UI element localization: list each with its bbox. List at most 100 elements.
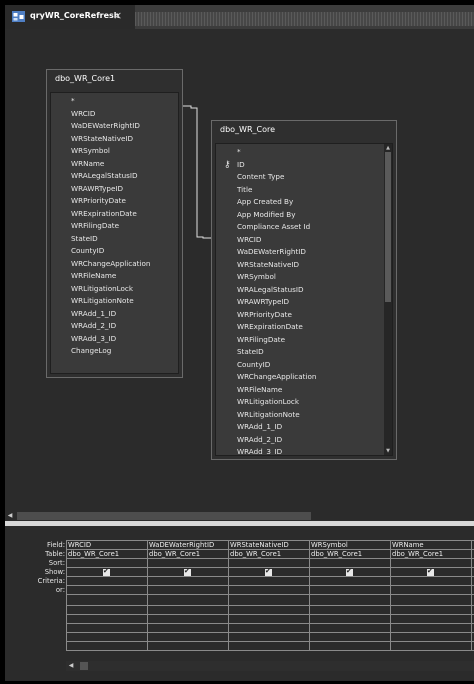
- show-checkbox[interactable]: ✔: [265, 567, 272, 576]
- field-cell[interactable]: WRStateNativeID: [230, 541, 307, 550]
- field-item[interactable]: WRCID: [51, 108, 178, 121]
- field-item[interactable]: WRLitigationNote: [51, 295, 178, 308]
- field-item[interactable]: WRStateNativeID: [51, 133, 178, 146]
- scroll-left-icon[interactable]: ◀: [5, 511, 15, 521]
- grid-line: [66, 641, 474, 642]
- field-item[interactable]: WRLitigationLock: [51, 283, 178, 296]
- field-item[interactable]: WRFilingDate: [51, 220, 178, 233]
- field-item[interactable]: WRALegalStatusID: [216, 284, 392, 297]
- field-item[interactable]: WRCID: [216, 234, 392, 247]
- field-item[interactable]: CountyID: [216, 359, 392, 372]
- field-label: WRAdd_3_ID: [237, 447, 283, 456]
- field-label: *: [71, 96, 75, 105]
- table-cell[interactable]: dbo_WR_Core1: [149, 550, 226, 559]
- field-item[interactable]: App Modified By: [216, 209, 392, 222]
- field-item[interactable]: WRLitigationNote: [216, 409, 392, 422]
- field-item[interactable]: WRAdd_1_ID: [51, 308, 178, 321]
- field-item[interactable]: WRPriorityDate: [51, 195, 178, 208]
- field-item[interactable]: App Created By: [216, 196, 392, 209]
- table-cell[interactable]: dbo_WR_Core1: [311, 550, 388, 559]
- field-item[interactable]: ID ⚷: [216, 159, 392, 172]
- show-checkbox[interactable]: ✔: [427, 567, 434, 576]
- field-item[interactable]: WRAWRTypeID: [216, 296, 392, 309]
- field-item[interactable]: ChangeLog: [51, 345, 178, 358]
- show-checkbox[interactable]: ✔: [346, 567, 353, 576]
- field-item[interactable]: WRExpirationDate: [216, 321, 392, 334]
- field-label: WRFileName: [237, 384, 283, 394]
- field-list[interactable]: * ID ⚷ Content Type Title App Created By App M…: [215, 143, 393, 456]
- field-cell[interactable]: WaDEWaterRightID: [149, 541, 226, 550]
- field-label: WRName: [71, 158, 105, 168]
- scroll-left-icon[interactable]: ◀: [66, 661, 76, 671]
- show-checkbox[interactable]: ✔: [184, 567, 191, 576]
- field-item[interactable]: WRExpirationDate: [51, 208, 178, 221]
- field-item[interactable]: WRPriorityDate: [216, 309, 392, 322]
- close-icon[interactable]: ×: [113, 9, 122, 23]
- field-item[interactable]: WaDEWaterRightID: [216, 246, 392, 259]
- field-item[interactable]: WRName: [51, 158, 178, 171]
- query-design-grid[interactable]: ◀ Field: Table: Sort: Show: Criteria: or: WRCI…: [5, 526, 474, 681]
- field-label: WRExpirationDate: [237, 322, 303, 331]
- field-list[interactable]: * WRCID WaDEWaterRightID WRStateNativeID WRS…: [50, 92, 179, 374]
- scrollbar-thumb[interactable]: [17, 512, 311, 520]
- field-cell[interactable]: WRName: [392, 541, 469, 550]
- scroll-up-icon[interactable]: ▲: [384, 144, 392, 152]
- field-label: WRFileName: [71, 271, 117, 280]
- field-label: WRCID: [237, 234, 262, 244]
- field-item[interactable]: WRAdd_2_ID: [216, 434, 392, 447]
- field-item[interactable]: WRStateNativeID: [216, 259, 392, 272]
- field-label: WRLitigationLock: [71, 283, 134, 293]
- table-header[interactable]: dbo_WR_Core1: [47, 70, 182, 90]
- document-tab[interactable]: qryWR_CoreRefresh ×: [5, 5, 135, 29]
- table-header[interactable]: dbo_WR_Core: [212, 121, 396, 141]
- field-item[interactable]: WRAdd_2_ID: [51, 320, 178, 333]
- field-label: CountyID: [237, 359, 271, 369]
- field-item[interactable]: WRFilingDate: [216, 334, 392, 347]
- field-item[interactable]: CountyID: [51, 245, 178, 258]
- field-label: WRStateNativeID: [71, 133, 134, 143]
- field-label: WRCID: [71, 108, 96, 118]
- field-item[interactable]: Title: [216, 184, 392, 197]
- field-item[interactable]: WRFileName: [51, 270, 178, 283]
- field-item[interactable]: StateID: [216, 346, 392, 359]
- field-item[interactable]: WRSymbol: [216, 271, 392, 284]
- field-item[interactable]: WRFileName: [216, 384, 392, 397]
- field-item[interactable]: WRALegalStatusID: [51, 170, 178, 183]
- design-horizontal-scrollbar[interactable]: ◀: [5, 511, 474, 521]
- field-label: WaDEWaterRightID: [237, 247, 306, 256]
- field-item[interactable]: Content Type: [216, 171, 392, 184]
- field-item[interactable]: WRAWRTypeID: [51, 183, 178, 196]
- scrollbar-thumb[interactable]: [385, 152, 391, 302]
- grid-line: [471, 540, 472, 651]
- field-cell[interactable]: WRCID: [68, 541, 145, 550]
- field-item[interactable]: *: [51, 95, 178, 108]
- field-item[interactable]: WRChangeApplication: [216, 371, 392, 384]
- vertical-scrollbar[interactable]: ▲ ▼: [384, 144, 392, 455]
- field-item[interactable]: WaDEWaterRightID: [51, 120, 178, 133]
- field-item[interactable]: WRAdd_3_ID: [51, 333, 178, 346]
- field-item[interactable]: StateID: [51, 233, 178, 246]
- grid-horizontal-scrollbar[interactable]: ◀: [66, 661, 474, 671]
- table-cell[interactable]: dbo_WR_Core1: [68, 550, 145, 559]
- field-item[interactable]: WRSymbol: [51, 145, 178, 158]
- table-box-dbo-wr-core[interactable]: dbo_WR_Core * ID ⚷ Content Type Title App Cre…: [211, 120, 397, 460]
- scroll-down-icon[interactable]: ▼: [384, 447, 392, 455]
- scrollbar-thumb[interactable]: [80, 662, 88, 670]
- field-item[interactable]: WRLitigationLock: [216, 396, 392, 409]
- field-item[interactable]: WRChangeApplication: [51, 258, 178, 271]
- field-label: WRPriorityDate: [71, 196, 126, 205]
- table-cell[interactable]: dbo_WR_Core1: [230, 550, 307, 559]
- show-checkbox[interactable]: ✔: [103, 567, 110, 576]
- field-item[interactable]: *: [216, 146, 392, 159]
- field-label: WRSymbol: [71, 146, 110, 155]
- field-label: WRFilingDate: [237, 334, 285, 344]
- field-cell[interactable]: WRSymbol: [311, 541, 388, 550]
- table-design-area[interactable]: dbo_WR_Core1 * WRCID WaDEWaterRightID WRSta…: [5, 29, 474, 511]
- checkmark-icon: ✔: [103, 567, 109, 575]
- table-cell[interactable]: dbo_WR_Core1: [392, 550, 469, 559]
- field-item[interactable]: WRAdd_3_ID: [216, 446, 392, 456]
- field-item[interactable]: Compliance Asset Id: [216, 221, 392, 234]
- table-box-dbo-wr-core1[interactable]: dbo_WR_Core1 * WRCID WaDEWaterRightID WRSta…: [46, 69, 183, 378]
- field-label: WRChangeApplication: [237, 372, 317, 381]
- field-item[interactable]: WRAdd_1_ID: [216, 421, 392, 434]
